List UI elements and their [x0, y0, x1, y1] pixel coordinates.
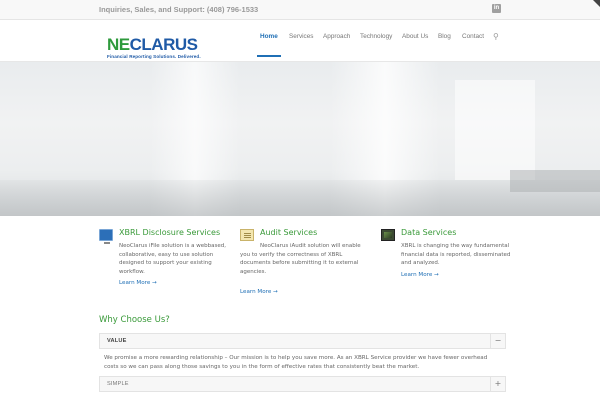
monitor-icon: [99, 229, 113, 244]
nav-active-indicator: [257, 55, 281, 57]
notepad-icon: [240, 229, 254, 241]
nav-contact[interactable]: Contact: [462, 33, 484, 40]
main-nav: Home Services Approach Technology About …: [0, 32, 600, 57]
accordion-label: VALUE: [107, 338, 127, 344]
learn-more-link[interactable]: Learn More →: [401, 272, 439, 278]
collapse-icon[interactable]: −: [490, 334, 505, 348]
accordion-value-body: We promise a more rewarding relationship…: [104, 355, 488, 370]
hero-image: [0, 62, 600, 216]
nav-home[interactable]: Home: [260, 33, 278, 40]
top-bar: Inquiries, Sales, and Support: (408) 796…: [0, 0, 600, 20]
search-icon[interactable]: ⚲: [493, 32, 499, 41]
learn-more-link[interactable]: Learn More →: [240, 289, 278, 295]
service-title: Data Services: [401, 228, 457, 237]
accordion-label: SIMPLE: [107, 381, 129, 387]
why-choose-us-heading: Why Choose Us?: [99, 315, 170, 325]
service-text: NeoClarus iFile solution is a webbased, …: [119, 243, 226, 275]
service-title: XBRL Disclosure Services: [119, 228, 221, 237]
learn-more-link[interactable]: Learn More →: [119, 280, 157, 286]
nav-blog[interactable]: Blog: [438, 33, 451, 40]
accordion-simple-header[interactable]: SIMPLE +: [99, 376, 506, 392]
service-text: NeoClarus iAudit solution will enable yo…: [240, 243, 361, 275]
nav-approach[interactable]: Approach: [323, 33, 350, 40]
service-text: XBRL is changing the way fundamental fin…: [401, 243, 511, 267]
data-screen-icon: [381, 229, 395, 241]
service-title: Audit Services: [260, 228, 318, 237]
nav-services[interactable]: Services: [289, 33, 314, 40]
logo-tagline: Financial Reporting Solutions. Delivered…: [107, 54, 201, 59]
support-phone: Inquiries, Sales, and Support: (408) 796…: [99, 5, 259, 14]
accordion-value-header[interactable]: VALUE −: [99, 333, 506, 349]
nav-about-us[interactable]: About Us: [402, 33, 428, 40]
corner-ribbon: [593, 0, 600, 7]
nav-technology[interactable]: Technology: [360, 33, 392, 40]
site-header: NECLARUS Financial Reporting Solutions. …: [0, 20, 600, 62]
expand-icon[interactable]: +: [490, 377, 505, 391]
linkedin-icon[interactable]: in: [492, 4, 501, 13]
